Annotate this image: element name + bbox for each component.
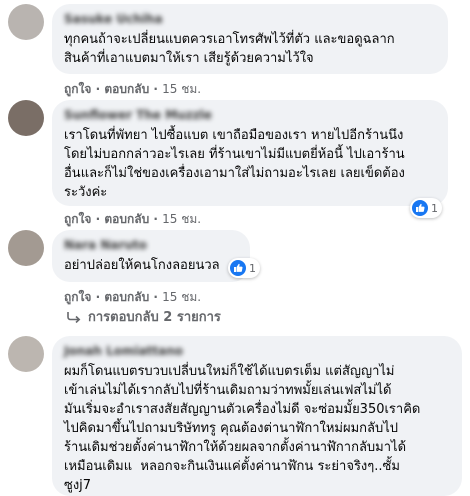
view-replies-label: การตอบกลับ 2 รายการ — [88, 310, 221, 325]
reply-arrow-icon — [67, 311, 81, 323]
reaction-badge[interactable]: 1 — [410, 198, 442, 218]
like-link[interactable]: ถูกใจ — [64, 212, 91, 226]
reaction-badge[interactable]: 1 — [228, 258, 260, 278]
comment-author[interactable]: Jonah Lomiattano — [64, 344, 450, 358]
comment-actions: ถูกใจ · ตอบกลับ · 15 ชม. — [64, 210, 201, 229]
comment-bubble: Nara Naruto อย่าปล่อยให้คนโกงลอยนวล — [52, 230, 250, 282]
separator: · — [149, 290, 163, 304]
avatar[interactable] — [8, 336, 44, 372]
comment-time[interactable]: 15 ชม. — [162, 82, 201, 96]
like-link[interactable]: ถูกใจ — [64, 290, 91, 304]
separator: · — [91, 212, 105, 226]
like-link[interactable]: ถูกใจ — [64, 82, 91, 96]
comment-text: ผมก็โดนแบตรบวบเปลี่บนใหม่ก็ใช้ได้แบตรเต็… — [64, 364, 421, 493]
avatar[interactable] — [8, 100, 44, 136]
avatar[interactable] — [8, 4, 44, 40]
comment-bubble: Sasuke Uchiha ทุกคนถ้าจะเปลี่ยนแบตควรเอา… — [52, 4, 448, 74]
separator: · — [149, 212, 163, 226]
comment-author[interactable]: Nara Naruto — [64, 238, 238, 252]
view-replies-link[interactable]: การตอบกลับ 2 รายการ — [66, 306, 221, 327]
reaction-count: 1 — [431, 201, 438, 215]
comment-actions: ถูกใจ · ตอบกลับ · 15 ชม. — [64, 80, 201, 99]
comment-text: อย่าปล่อยให้คนโกงลอยนวล — [64, 258, 220, 273]
comment-author[interactable]: Sunflower The Muzzle — [64, 108, 436, 122]
avatar[interactable] — [8, 230, 44, 266]
separator: · — [91, 82, 105, 96]
comment-bubble: Jonah Lomiattano ผมก็โดนแบตรบวบเปลี่บนให… — [52, 336, 462, 496]
comment-actions: ถูกใจ · ตอบกลับ · 15 ชม. — [64, 288, 201, 307]
comment-time[interactable]: 15 ชม. — [162, 290, 201, 304]
comment-text: เราโดนที่พัทยา ไปซื้อแบต เขาถือมือของเรา… — [64, 128, 405, 200]
reply-link[interactable]: ตอบกลับ — [104, 212, 149, 226]
like-icon — [412, 200, 428, 216]
reply-link[interactable]: ตอบกลับ — [104, 290, 149, 304]
reaction-count: 1 — [249, 261, 256, 275]
comment-text: ทุกคนถ้าจะเปลี่ยนแบตควรเอาโทรศัพไว้ที่ตั… — [64, 32, 395, 66]
like-icon — [230, 260, 246, 276]
separator: · — [149, 82, 163, 96]
comment-bubble: Sunflower The Muzzle เราโดนที่พัทยา ไปซื… — [52, 100, 448, 206]
separator: · — [91, 290, 105, 304]
reply-link[interactable]: ตอบกลับ — [104, 82, 149, 96]
comment-time[interactable]: 15 ชม. — [162, 212, 201, 226]
comment-author[interactable]: Sasuke Uchiha — [64, 12, 436, 26]
